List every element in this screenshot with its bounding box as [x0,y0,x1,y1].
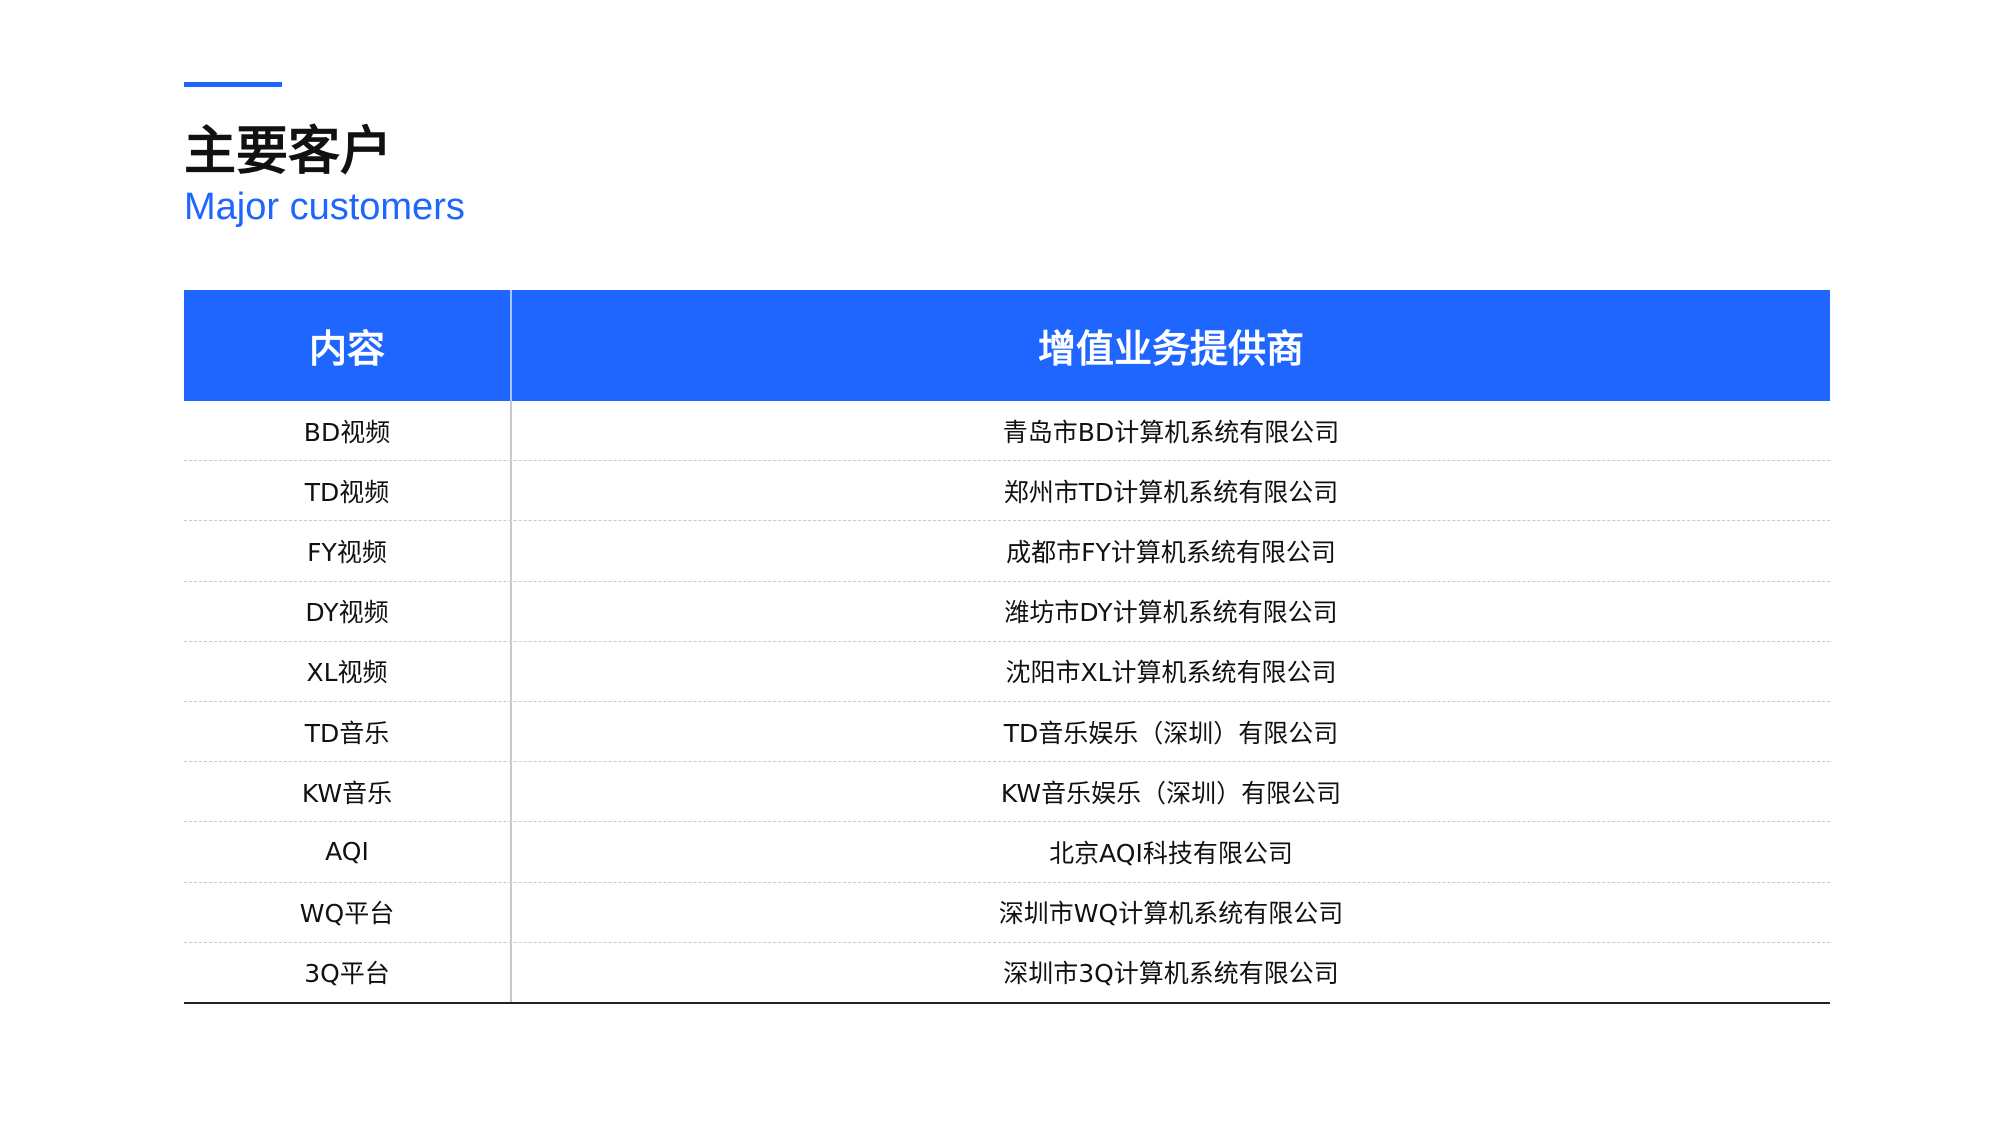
table-row: XL视频 沈阳市XL计算机系统有限公司 [184,641,1830,702]
content-cell: BD视频 [184,401,512,461]
provider-cell: 深圳市WQ计算机系统有限公司 [998,899,1344,929]
provider-cell: TD音乐娱乐（深圳）有限公司 [1003,718,1339,748]
customers-table: 内容 增值业务提供商 BD视频 青岛市BD计算机系统有限公司 TD视频 郑州市T… [184,290,1830,1004]
content-cell: KW音乐 [184,762,512,822]
provider-cell: 成都市FY计算机系统有限公司 [1006,537,1336,567]
provider-cell: 深圳市3Q计算机系统有限公司 [1003,959,1339,989]
table-row: TD音乐 TD音乐娱乐（深圳）有限公司 [184,701,1830,763]
page-title: 主要客户 [184,122,393,182]
column-header-content: 内容 [184,290,512,401]
table-row: KW音乐 KW音乐娱乐（深圳）有限公司 [184,762,1830,823]
provider-cell: 郑州市TD计算机系统有限公司 [1003,477,1339,507]
page-subtitle: Major customers [184,186,465,228]
table-row: 3Q平台 深圳市3Q计算机系统有限公司 [184,942,1830,1004]
content-cell: XL视频 [184,641,512,701]
content-cell: DY视频 [184,581,512,641]
table-row: WQ平台 深圳市WQ计算机系统有限公司 [184,882,1830,943]
table-header: 内容 增值业务提供商 [184,290,1830,401]
provider-cell: 青岛市BD计算机系统有限公司 [1002,417,1340,447]
content-cell: WQ平台 [184,882,512,942]
column-header-provider: 增值业务提供商 [1037,327,1304,371]
table-row: FY视频 成都市FY计算机系统有限公司 [184,521,1830,582]
provider-cell: KW音乐娱乐（深圳）有限公司 [1000,778,1342,808]
provider-cell: 沈阳市XL计算机系统有限公司 [1005,658,1337,688]
content-cell: TD音乐 [184,701,512,762]
table-row: BD视频 青岛市BD计算机系统有限公司 [184,401,1830,462]
provider-cell: 北京AQI科技有限公司 [1049,838,1293,868]
table-row: TD视频 郑州市TD计算机系统有限公司 [184,461,1830,522]
provider-cell: 潍坊市DY计算机系统有限公司 [1004,598,1338,628]
content-cell: AQI [184,822,512,882]
content-cell: 3Q平台 [184,942,512,1002]
table-row: DY视频 潍坊市DY计算机系统有限公司 [184,581,1830,642]
title-accent-line [184,82,282,87]
content-cell: TD视频 [184,461,512,521]
content-cell: FY视频 [184,521,512,581]
table-row: AQI 北京AQI科技有限公司 [184,822,1830,883]
